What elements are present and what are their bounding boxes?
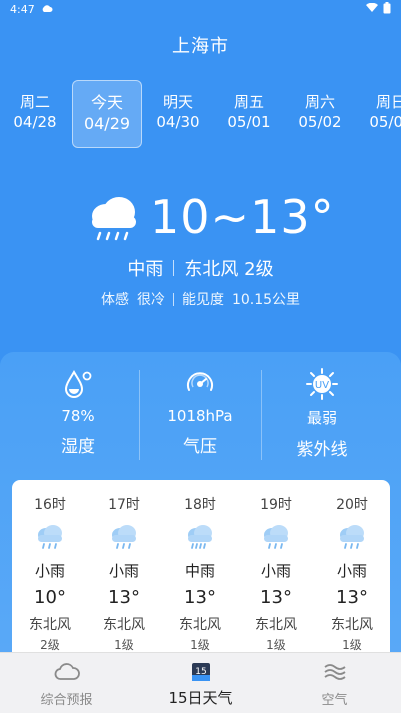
day-tab-5[interactable]: 周日 05/03 [356,80,401,148]
rain-cloud-icon [314,524,390,550]
stat-uv: UV 最弱 紫外线 [260,368,384,464]
day-name: 明天 [162,93,193,111]
hour-item: 19时 小雨 13° 东北风 1级 [238,480,314,653]
cloud-outline-icon [0,659,133,685]
battery-icon [383,1,391,17]
visibility-value: 10.15公里 [231,292,301,308]
cloud-notification-icon [41,3,53,16]
pressure-gauge-icon [138,368,262,400]
uv-value: 最弱 [306,409,337,427]
hour-wind-level: 1级 [114,638,134,652]
day-name: 周五 [233,93,264,111]
hour-condition: 中雨 [184,562,215,580]
hour-wind-level: 1级 [342,638,362,652]
divider [173,260,175,276]
hourly-forecast[interactable]: 16时 小雨 10° 东北风 2级 17时 小雨 13° 东北风 1级 18时 … [12,480,390,660]
day-date: 04/28 [13,112,57,131]
humidity-value: 78% [61,407,95,425]
hour-item: 18时 中雨 13° 东北风 1级 [162,480,238,653]
rain-cloud-icon [86,194,140,248]
day-name: 周二 [19,93,50,111]
hour-condition: 小雨 [336,562,367,580]
hour-time: 17时 [108,497,140,513]
hour-item: 16时 小雨 10° 东北风 2级 [12,480,88,653]
current-weather: 10~13° [0,190,401,250]
bottom-nav: 综合预报 15 15日天气 空气 [0,652,401,713]
status-time: 4:47 [10,2,35,16]
temperature-range: 10~13° [150,190,335,244]
feel-line: 体感 很冷 能见度 10.15公里 [0,289,401,309]
day-tab-3[interactable]: 周五 05/01 [214,80,284,148]
rain-cloud-icon [162,524,238,550]
day-tab-0[interactable]: 周二 04/28 [0,80,70,148]
day-tab-1[interactable]: 今天 04/29 [72,80,142,148]
hour-temp: 13° [184,587,216,608]
day-name: 周六 [304,93,335,111]
hour-time: 19时 [260,497,292,513]
hour-temp: 13° [108,587,140,608]
visibility-label: 能见度 [181,292,224,308]
condition-line: 中雨 东北风 2级 [0,255,401,281]
day-tab-2[interactable]: 明天 04/30 [143,80,213,148]
status-bar: 4:47 [0,0,401,18]
hour-condition: 小雨 [108,562,139,580]
hour-time: 16时 [34,497,66,513]
day-name: 今天 [90,93,123,112]
day-selector: 周二 04/28 今天 04/29 明天 04/30 周五 05/01 周六 0… [0,80,401,148]
pressure-label: 气压 [183,437,217,457]
hour-item: 20时 小雨 13° 东北风 1级 [314,480,390,653]
hour-wind-level: 2级 [40,638,60,652]
humidity-drop-icon [16,368,140,400]
nav-label: 空气 [321,693,348,708]
uv-label: 紫外线 [296,440,348,460]
hour-wind: 东北风 [331,617,373,633]
humidity-label: 湿度 [61,437,95,457]
day-date: 04/30 [156,112,200,131]
city-title[interactable]: 上海市 [0,32,401,58]
hour-condition: 小雨 [34,562,65,580]
feel-value: 很冷 [136,292,165,308]
rain-cloud-icon [86,524,162,550]
feel-label: 体感 [100,292,129,308]
rain-cloud-icon [238,524,314,550]
hour-wind-level: 1级 [266,638,286,652]
day-tab-4[interactable]: 周六 05/02 [285,80,355,148]
day-date: 05/01 [227,112,271,131]
hour-temp: 13° [260,587,292,608]
calendar-15-icon: 15 [134,659,267,685]
hour-wind: 东北风 [103,617,145,633]
day-date: 05/03 [369,112,401,131]
nav-tab-15day[interactable]: 15 15日天气 [134,659,267,708]
hour-wind: 东北风 [29,617,71,633]
nav-label: 15日天气 [168,689,233,707]
hour-temp: 10° [34,587,66,608]
pressure-value: 1018hPa [167,407,233,425]
wind-text: 东北风 2级 [184,259,274,280]
hour-temp: 13° [336,587,368,608]
svg-text:UV: UV [315,380,329,391]
hour-wind-level: 1级 [190,638,210,652]
wifi-icon [366,2,378,16]
stat-humidity: 78% 湿度 [16,368,140,464]
nav-label: 综合预报 [40,693,93,708]
wind-waves-icon [268,659,401,685]
hour-wind: 东北风 [255,617,297,633]
condition-text: 中雨 [127,259,164,280]
nav-tab-forecast[interactable]: 综合预报 [0,659,133,708]
hour-item: 17时 小雨 13° 东北风 1级 [86,480,162,653]
stat-pressure: 1018hPa 气压 [138,368,262,464]
hour-time: 20时 [336,497,368,513]
hour-wind: 东北风 [179,617,221,633]
nav-tab-air[interactable]: 空气 [268,659,401,708]
calendar-badge: 15 [195,667,206,677]
rain-cloud-icon [12,524,88,550]
uv-sun-icon: UV [260,368,384,400]
day-name: 周日 [375,93,401,111]
hour-time: 18时 [184,497,216,513]
divider [172,292,174,306]
hour-condition: 小雨 [260,562,291,580]
day-date: 04/29 [83,113,131,133]
day-date: 05/02 [298,112,342,131]
